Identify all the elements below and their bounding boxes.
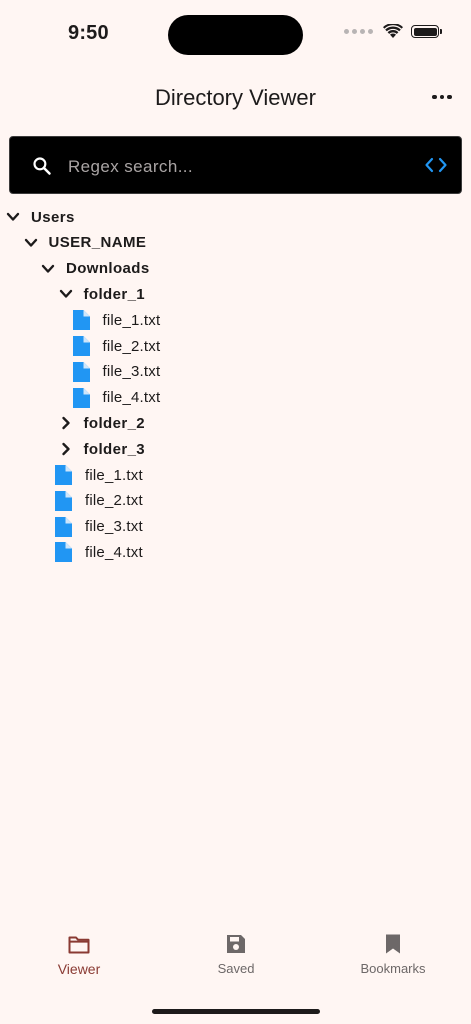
search-bar[interactable] [9,136,462,194]
search-input[interactable] [66,151,410,183]
tree-file-label: file_3.txt [85,518,143,536]
tree-folder-label: Downloads [66,260,150,278]
nav-label: Saved [217,961,255,976]
tree-file-row[interactable]: file_2.txt [72,333,161,359]
more-dot-icon [432,94,437,100]
file-icon [55,490,72,511]
file-icon [55,516,72,537]
status-time: 9:50 [68,22,109,44]
page-title: Directory Viewer [155,85,316,110]
chevron-down-icon[interactable] [40,261,56,277]
tree-file-row[interactable]: file_3.txt [55,514,143,540]
battery-icon [411,25,442,38]
tree-file-label: file_3.txt [102,363,161,381]
home-indicator [152,1009,320,1014]
tree-folder-label: folder_2 [83,414,146,432]
tree-folder-label: USER_NAME [48,234,147,252]
more-dot-icon [447,94,452,100]
file-icon [55,465,72,485]
tree-folder-row[interactable]: folder_3 [58,436,146,462]
tree-folder-row[interactable]: USER_NAME [23,230,147,256]
tree-file-label: file_4.txt [85,543,143,561]
cellular-signal-icon [344,29,373,34]
tree-folder-label: Users [31,208,75,226]
tree-folder-label: folder_1 [83,285,146,303]
bottom-navigation: Viewer Saved Bookmarks [0,925,471,995]
chevron-down-icon[interactable] [5,209,21,225]
status-indicators [344,24,442,39]
tree-file-row[interactable]: file_2.txt [55,488,143,514]
tree-file-label: file_1.txt [85,466,143,484]
tree-file-label: file_2.txt [102,337,161,355]
tree-folder-row[interactable]: folder_2 [58,410,146,436]
chevron-down-icon[interactable] [23,235,39,251]
chevron-right-icon[interactable] [58,441,74,457]
chevron-right-icon[interactable] [58,415,74,431]
more-options-button[interactable] [429,86,455,108]
file-icon [72,387,90,408]
nav-item-bookmarks[interactable]: Bookmarks [333,933,453,976]
file-icon [72,336,90,356]
tree-folder-row[interactable]: folder_1 [58,281,146,307]
tree-file-row[interactable]: file_4.txt [55,539,143,565]
tree-file-row[interactable]: file_4.txt [72,385,161,411]
tree-folder-label: folder_3 [83,440,146,458]
file-icon [72,361,90,382]
tree-folder-row[interactable]: Downloads [40,256,150,282]
code-icon[interactable] [425,157,447,173]
tree-file-label: file_1.txt [102,311,161,329]
nav-label: Viewer [57,961,101,977]
file-icon [72,310,90,331]
tree-file-label: file_4.txt [102,389,161,407]
tree-file-row[interactable]: file_1.txt [72,307,161,333]
tree-folder-row[interactable]: Users [5,204,75,230]
more-dot-icon [439,94,445,100]
save-icon [227,935,245,953]
tree-file-label: file_2.txt [85,492,143,510]
chevron-down-icon[interactable] [58,286,74,302]
nav-label: Bookmarks [360,961,426,976]
dynamic-island [168,15,303,55]
wifi-icon [383,24,403,38]
tree-file-row[interactable]: file_3.txt [72,359,161,385]
file-icon [55,542,72,563]
nav-item-saved[interactable]: Saved [176,933,296,976]
search-icon [33,157,51,175]
tree-file-row[interactable]: file_1.txt [55,462,143,488]
folder-icon [68,936,90,954]
nav-item-viewer[interactable]: Viewer [19,933,139,977]
bookmark-icon [386,934,400,954]
